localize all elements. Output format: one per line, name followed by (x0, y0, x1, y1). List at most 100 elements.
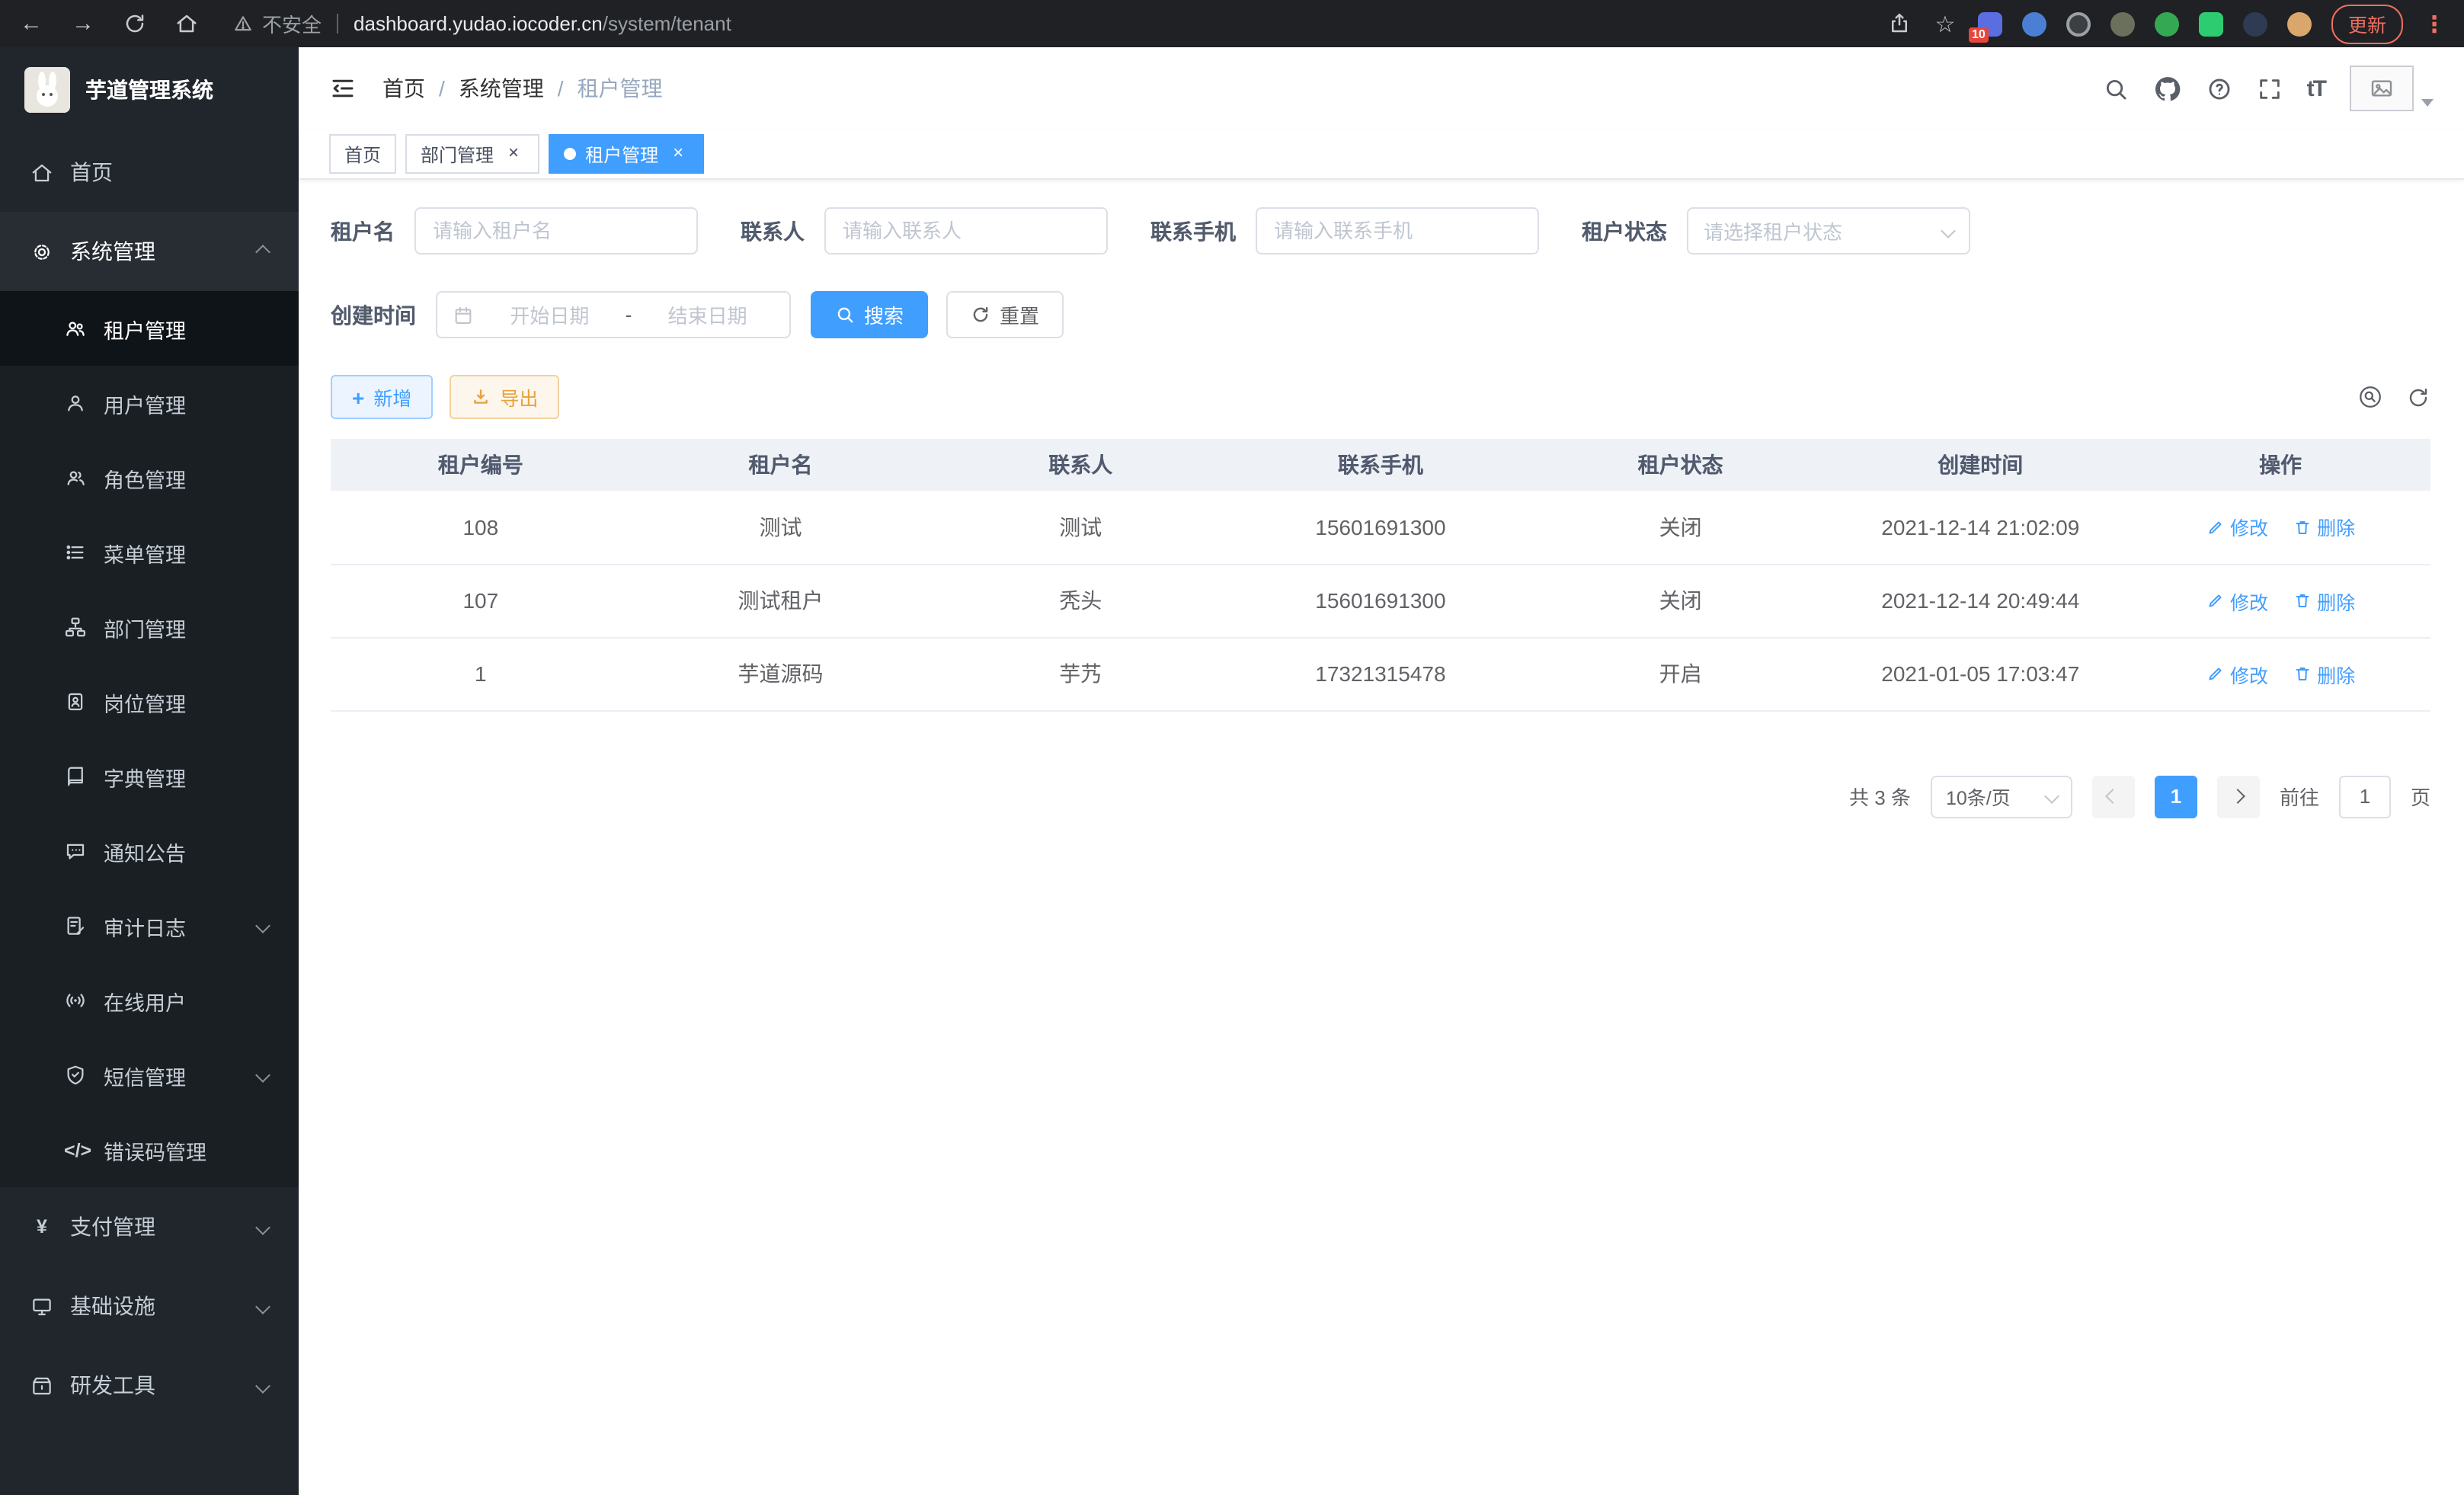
prev-page-button[interactable] (2092, 775, 2135, 818)
edit-link[interactable]: 修改 (2206, 513, 2268, 542)
sidebar-item-online-users[interactable]: 在线用户 (0, 963, 299, 1038)
extension-icon[interactable] (2243, 11, 2267, 36)
filter-tenant-name: 租户名 (331, 207, 698, 255)
sidebar-item-dict-management[interactable]: 字典管理 (0, 739, 299, 814)
extension-icon[interactable] (2022, 11, 2046, 36)
viewport: ← → 不安全 dashboard.yudao.iocoder.cn/syste… (0, 0, 2464, 1495)
url-host: dashboard.yudao.iocoder.cn (354, 12, 603, 35)
sidebar-item-tenant-management[interactable]: 租户管理 (0, 291, 299, 366)
next-page-button[interactable] (2217, 775, 2260, 818)
page-size-select[interactable]: 10条/页 (1931, 775, 2072, 818)
chrome-update-button[interactable]: 更新 (2331, 4, 2403, 43)
sidebar-item-system-management[interactable]: 系统管理 (0, 212, 299, 291)
close-icon[interactable]: × (503, 143, 524, 165)
cell-phone: 15601691300 (1230, 491, 1531, 564)
delete-link[interactable]: 删除 (2293, 513, 2355, 542)
reset-button[interactable]: 重置 (946, 291, 1064, 338)
phone-input[interactable] (1256, 207, 1539, 255)
sidebar-submenu: 租户管理 用户管理 角色管理 菜单管理 (0, 291, 299, 1187)
edit-link[interactable]: 修改 (2206, 586, 2268, 615)
fullscreen-icon[interactable] (2257, 75, 2283, 101)
export-button[interactable]: 导出 (450, 375, 559, 419)
sidebar-item-infrastructure[interactable]: 基础设施 (0, 1266, 299, 1346)
reload-icon[interactable] (122, 11, 148, 37)
table-tools (2357, 384, 2430, 410)
extension-icon[interactable] (2110, 11, 2135, 36)
goto-page-input[interactable] (2339, 775, 2391, 818)
breadcrumb-current: 租户管理 (578, 73, 663, 104)
delete-link[interactable]: 删除 (2293, 586, 2355, 615)
cell-tenant-id: 107 (331, 564, 631, 637)
col-header: 租户名 (631, 439, 931, 491)
refresh-icon[interactable] (2406, 385, 2430, 409)
sidebar-item-home[interactable]: 首页 (0, 133, 299, 212)
table-header-row: 租户编号 租户名 联系人 联系手机 租户状态 创建时间 操作 (331, 439, 2430, 491)
extension-icon[interactable] (2066, 11, 2091, 36)
tab-dept-management[interactable]: 部门管理 × (405, 134, 539, 174)
warning-icon (233, 14, 253, 34)
sidebar-item-label: 系统管理 (70, 236, 241, 267)
sidebar-item-menu-management[interactable]: 菜单管理 (0, 515, 299, 590)
delete-link[interactable]: 删除 (2293, 659, 2355, 688)
contact-input[interactable] (824, 207, 1108, 255)
tab-home[interactable]: 首页 (329, 134, 396, 174)
sidebar-item-dept-management[interactable]: 部门管理 (0, 590, 299, 664)
page-size-value: 10条/页 (1946, 782, 2011, 811)
delete-label: 删除 (2317, 586, 2355, 615)
extension-icon[interactable]: 10 (1978, 11, 2002, 36)
share-icon[interactable] (1886, 11, 1912, 37)
sidebar-item-audit-log[interactable]: 审计日志 (0, 888, 299, 963)
cell-created: 2021-12-14 21:02:09 (1830, 491, 2130, 564)
extension-icon[interactable] (2155, 11, 2179, 36)
hamburger-icon[interactable] (329, 75, 357, 102)
col-header: 联系手机 (1230, 439, 1531, 491)
sidebar-item-role-management[interactable]: 角色管理 (0, 440, 299, 515)
search-icon[interactable] (2103, 75, 2129, 101)
col-header: 租户编号 (331, 439, 631, 491)
forward-icon[interactable]: → (70, 11, 96, 37)
address-bar[interactable]: 不安全 dashboard.yudao.iocoder.cn/system/te… (233, 9, 731, 38)
cell-tenant-id: 1 (331, 637, 631, 710)
sidebar-item-user-management[interactable]: 用户管理 (0, 366, 299, 440)
sidebar-item-notice[interactable]: 通知公告 (0, 814, 299, 888)
logo: 芋道管理系统 (0, 47, 299, 133)
page-number-current[interactable]: 1 (2155, 775, 2197, 818)
date-range-picker[interactable]: 开始日期 - 结束日期 (436, 291, 791, 338)
sidebar-item-sms-management[interactable]: 短信管理 (0, 1038, 299, 1112)
bookmark-star-icon[interactable]: ☆ (1932, 11, 1958, 37)
sidebar-item-label: 首页 (70, 157, 271, 187)
status-select[interactable]: 请选择租户状态 (1687, 207, 1970, 255)
search-toggle-icon[interactable] (2357, 384, 2383, 410)
edit-label: 修改 (2230, 513, 2268, 542)
extension-icon[interactable] (2287, 11, 2312, 36)
add-button[interactable]: + 新增 (331, 375, 433, 419)
sidebar-item-error-code[interactable]: </> 错误码管理 (0, 1112, 299, 1187)
caret-down-icon (2421, 99, 2434, 107)
breadcrumb-separator: / (558, 76, 564, 101)
extension-icon[interactable] (2199, 11, 2223, 36)
home-icon[interactable] (174, 11, 200, 37)
filter-phone: 联系手机 (1150, 207, 1539, 255)
breadcrumb-item[interactable]: 系统管理 (459, 73, 544, 104)
sidebar-item-label: 错误码管理 (104, 1135, 271, 1165)
edit-link[interactable]: 修改 (2206, 659, 2268, 688)
user-avatar[interactable] (2350, 66, 2434, 111)
browser-menu-icon[interactable]: ⋮ (2423, 10, 2446, 37)
tenant-name-input[interactable] (414, 207, 698, 255)
font-size-icon[interactable]: tT (2307, 75, 2325, 101)
security-warning[interactable]: 不安全 (233, 9, 322, 38)
page-unit-label: 页 (2411, 782, 2430, 811)
search-button[interactable]: 搜索 (811, 291, 928, 338)
chevron-down-icon (255, 918, 270, 933)
tab-tenant-management[interactable]: 租户管理 × (549, 134, 704, 174)
sidebar-item-label: 在线用户 (104, 985, 271, 1016)
sidebar-item-post-management[interactable]: 岗位管理 (0, 664, 299, 739)
github-icon[interactable] (2153, 74, 2182, 103)
sidebar-item-payment[interactable]: ¥ 支付管理 (0, 1187, 299, 1266)
main: 首页 / 系统管理 / 租户管理 tT (299, 47, 2464, 1495)
sidebar-item-dev-tools[interactable]: 研发工具 (0, 1346, 299, 1425)
help-icon[interactable] (2206, 75, 2232, 101)
breadcrumb-item[interactable]: 首页 (382, 73, 425, 104)
close-icon[interactable]: × (667, 143, 689, 165)
back-icon[interactable]: ← (18, 11, 44, 37)
